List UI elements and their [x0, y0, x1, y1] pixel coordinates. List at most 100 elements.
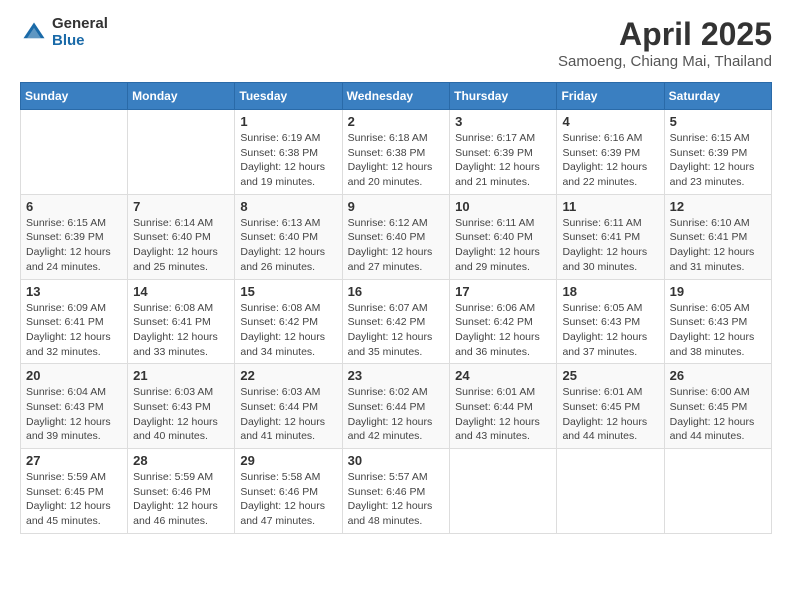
day-info: Sunrise: 6:14 AM Sunset: 6:40 PM Dayligh…	[133, 216, 229, 275]
cell-week4-day6: 26Sunrise: 6:00 AM Sunset: 6:45 PM Dayli…	[664, 364, 771, 449]
cell-week2-day4: 10 Sunrise: 6:11 AM Sunset: 6:40 PM Dayli…	[450, 194, 557, 279]
day-number: 17	[455, 284, 551, 299]
day-number: 9	[348, 199, 445, 214]
day-info: Sunrise: 5:58 AM Sunset: 6:46 PM Dayligh…	[240, 470, 336, 529]
day-info: Sunrise: 6:15 AM Sunset: 6:39 PM Dayligh…	[26, 216, 122, 275]
day-number: 28	[133, 453, 229, 468]
cell-week1-day0	[21, 110, 128, 195]
cell-week1-day5: 4 Sunrise: 6:16 AM Sunset: 6:39 PM Daylig…	[557, 110, 664, 195]
cell-week3-day6: 19 Sunrise: 6:05 AM Sunset: 6:43 PM Dayli…	[664, 279, 771, 364]
day-info: Sunrise: 6:09 AM Sunset: 6:41 PM Dayligh…	[26, 301, 122, 360]
logo: General Blue	[20, 16, 108, 49]
week-row-5: 27 Sunrise: 5:59 AM Sunset: 6:45 PM Dayli…	[21, 449, 772, 534]
header-saturday: Saturday	[664, 83, 771, 110]
logo-icon	[20, 19, 48, 47]
header-monday: Monday	[128, 83, 235, 110]
day-info: Sunrise: 6:03 AM Sunset: 6:43 PM Dayligh…	[133, 385, 229, 444]
page-header: General Blue April 2025 Samoeng, Chiang …	[20, 16, 772, 70]
day-number: 16	[348, 284, 445, 299]
cell-week3-day1: 14Sunrise: 6:08 AM Sunset: 6:41 PM Dayli…	[128, 279, 235, 364]
day-info: Sunrise: 6:13 AM Sunset: 6:40 PM Dayligh…	[240, 216, 336, 275]
day-number: 8	[240, 199, 336, 214]
cell-week4-day4: 24Sunrise: 6:01 AM Sunset: 6:44 PM Dayli…	[450, 364, 557, 449]
week-row-2: 6 Sunrise: 6:15 AM Sunset: 6:39 PM Daylig…	[21, 194, 772, 279]
day-number: 5	[670, 114, 766, 129]
cell-week4-day5: 25 Sunrise: 6:01 AM Sunset: 6:45 PM Dayli…	[557, 364, 664, 449]
day-info: Sunrise: 6:01 AM Sunset: 6:45 PM Dayligh…	[562, 385, 658, 444]
day-info: Sunrise: 6:03 AM Sunset: 6:44 PM Dayligh…	[240, 385, 336, 444]
day-info: Sunrise: 6:11 AM Sunset: 6:41 PM Dayligh…	[562, 216, 658, 275]
cell-week1-day4: 3 Sunrise: 6:17 AM Sunset: 6:39 PM Daylig…	[450, 110, 557, 195]
day-number: 19	[670, 284, 766, 299]
cell-week4-day1: 21 Sunrise: 6:03 AM Sunset: 6:43 PM Dayli…	[128, 364, 235, 449]
day-number: 10	[455, 199, 551, 214]
day-number: 21	[133, 368, 229, 383]
cell-week2-day0: 6 Sunrise: 6:15 AM Sunset: 6:39 PM Daylig…	[21, 194, 128, 279]
cell-week2-day1: 7 Sunrise: 6:14 AM Sunset: 6:40 PM Daylig…	[128, 194, 235, 279]
day-number: 4	[562, 114, 658, 129]
header-sunday: Sunday	[21, 83, 128, 110]
day-info: Sunrise: 6:18 AM Sunset: 6:38 PM Dayligh…	[348, 131, 445, 190]
day-info: Sunrise: 6:16 AM Sunset: 6:39 PM Dayligh…	[562, 131, 658, 190]
cell-week5-day1: 28Sunrise: 5:59 AM Sunset: 6:46 PM Dayli…	[128, 449, 235, 534]
day-info: Sunrise: 6:10 AM Sunset: 6:41 PM Dayligh…	[670, 216, 766, 275]
header-friday: Friday	[557, 83, 664, 110]
day-info: Sunrise: 6:02 AM Sunset: 6:44 PM Dayligh…	[348, 385, 445, 444]
cell-week1-day6: 5 Sunrise: 6:15 AM Sunset: 6:39 PM Daylig…	[664, 110, 771, 195]
day-info: Sunrise: 6:04 AM Sunset: 6:43 PM Dayligh…	[26, 385, 122, 444]
cell-week3-day0: 13 Sunrise: 6:09 AM Sunset: 6:41 PM Dayli…	[21, 279, 128, 364]
title-block: April 2025 Samoeng, Chiang Mai, Thailand	[558, 16, 772, 70]
day-info: Sunrise: 6:17 AM Sunset: 6:39 PM Dayligh…	[455, 131, 551, 190]
cell-week1-day1	[128, 110, 235, 195]
day-number: 1	[240, 114, 336, 129]
header-row: SundayMondayTuesdayWednesdayThursdayFrid…	[21, 83, 772, 110]
day-info: Sunrise: 6:05 AM Sunset: 6:43 PM Dayligh…	[670, 301, 766, 360]
day-number: 20	[26, 368, 122, 383]
day-number: 18	[562, 284, 658, 299]
day-number: 7	[133, 199, 229, 214]
day-number: 29	[240, 453, 336, 468]
day-number: 25	[562, 368, 658, 383]
cell-week3-day4: 17Sunrise: 6:06 AM Sunset: 6:42 PM Dayli…	[450, 279, 557, 364]
calendar-location: Samoeng, Chiang Mai, Thailand	[558, 53, 772, 70]
cell-week3-day5: 18 Sunrise: 6:05 AM Sunset: 6:43 PM Dayli…	[557, 279, 664, 364]
cell-week2-day5: 11 Sunrise: 6:11 AM Sunset: 6:41 PM Dayli…	[557, 194, 664, 279]
day-info: Sunrise: 6:07 AM Sunset: 6:42 PM Dayligh…	[348, 301, 445, 360]
day-number: 30	[348, 453, 445, 468]
day-number: 6	[26, 199, 122, 214]
cell-week3-day3: 16 Sunrise: 6:07 AM Sunset: 6:42 PM Dayli…	[342, 279, 450, 364]
week-row-3: 13 Sunrise: 6:09 AM Sunset: 6:41 PM Dayli…	[21, 279, 772, 364]
day-number: 2	[348, 114, 445, 129]
day-info: Sunrise: 6:15 AM Sunset: 6:39 PM Dayligh…	[670, 131, 766, 190]
week-row-1: 1Sunrise: 6:19 AM Sunset: 6:38 PM Daylig…	[21, 110, 772, 195]
header-tuesday: Tuesday	[235, 83, 342, 110]
day-info: Sunrise: 6:05 AM Sunset: 6:43 PM Dayligh…	[562, 301, 658, 360]
cell-week2-day6: 12 Sunrise: 6:10 AM Sunset: 6:41 PM Dayli…	[664, 194, 771, 279]
day-info: Sunrise: 5:59 AM Sunset: 6:45 PM Dayligh…	[26, 470, 122, 529]
day-info: Sunrise: 6:12 AM Sunset: 6:40 PM Dayligh…	[348, 216, 445, 275]
cell-week5-day5	[557, 449, 664, 534]
day-number: 26	[670, 368, 766, 383]
day-info: Sunrise: 6:08 AM Sunset: 6:42 PM Dayligh…	[240, 301, 336, 360]
cell-week5-day4	[450, 449, 557, 534]
cell-week4-day3: 23Sunrise: 6:02 AM Sunset: 6:44 PM Dayli…	[342, 364, 450, 449]
day-info: Sunrise: 6:11 AM Sunset: 6:40 PM Dayligh…	[455, 216, 551, 275]
cell-week5-day3: 30Sunrise: 5:57 AM Sunset: 6:46 PM Dayli…	[342, 449, 450, 534]
day-number: 3	[455, 114, 551, 129]
cell-week3-day2: 15Sunrise: 6:08 AM Sunset: 6:42 PM Dayli…	[235, 279, 342, 364]
cell-week5-day6	[664, 449, 771, 534]
cell-week1-day3: 2 Sunrise: 6:18 AM Sunset: 6:38 PM Daylig…	[342, 110, 450, 195]
cell-week2-day2: 8 Sunrise: 6:13 AM Sunset: 6:40 PM Daylig…	[235, 194, 342, 279]
day-number: 13	[26, 284, 122, 299]
logo-blue-text: Blue	[52, 33, 108, 50]
day-number: 14	[133, 284, 229, 299]
day-number: 22	[240, 368, 336, 383]
logo-general-text: General	[52, 16, 108, 33]
header-thursday: Thursday	[450, 83, 557, 110]
calendar-title: April 2025	[558, 16, 772, 53]
day-number: 11	[562, 199, 658, 214]
cell-week5-day2: 29 Sunrise: 5:58 AM Sunset: 6:46 PM Dayli…	[235, 449, 342, 534]
cell-week5-day0: 27 Sunrise: 5:59 AM Sunset: 6:45 PM Dayli…	[21, 449, 128, 534]
day-number: 12	[670, 199, 766, 214]
day-number: 27	[26, 453, 122, 468]
